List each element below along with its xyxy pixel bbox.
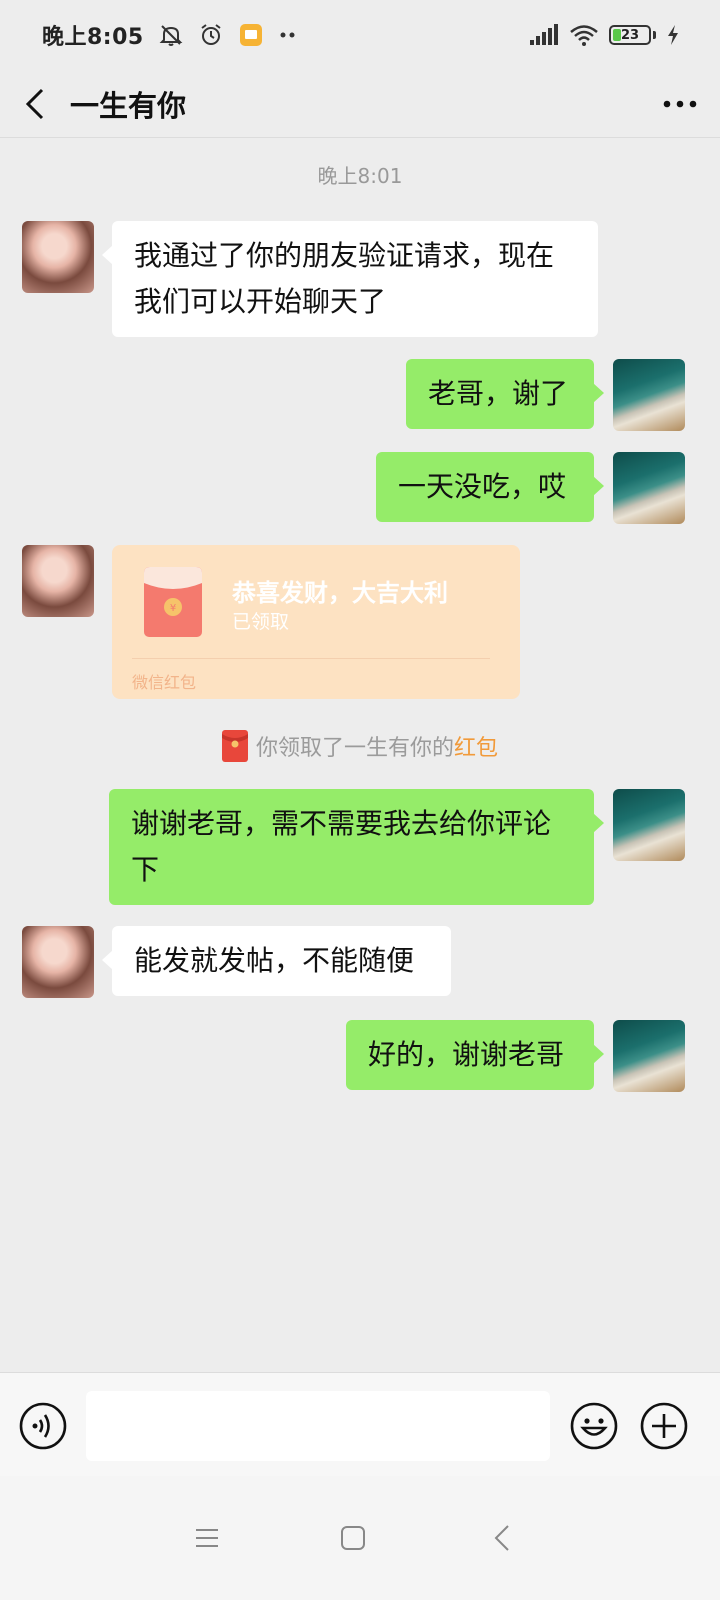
red-packet-small-icon bbox=[221, 730, 248, 762]
back-arrow-icon bbox=[25, 88, 44, 119]
self-avatar[interactable] bbox=[613, 452, 685, 524]
message-bubble-sent[interactable]: 好的，谢谢老哥 bbox=[346, 1020, 604, 1090]
chat-title: 一生有你 bbox=[70, 88, 187, 123]
chat-header: 一生有你 bbox=[0, 70, 720, 138]
red-packet-footer: 微信红包 bbox=[132, 673, 197, 692]
notification-app-icon bbox=[238, 22, 264, 48]
svg-text:¥: ¥ bbox=[170, 603, 176, 614]
charging-icon bbox=[666, 24, 680, 46]
message-bubble-received[interactable]: 我通过了你的朋友验证请求，现在 我们可以开始聊天了 bbox=[102, 221, 598, 337]
more-notifications-icon bbox=[278, 30, 298, 40]
red-packet-title: 恭喜发财，大吉大利 bbox=[232, 579, 448, 607]
input-bar bbox=[0, 1372, 720, 1476]
battery-cap bbox=[653, 31, 656, 39]
more-options-button[interactable] bbox=[640, 70, 720, 138]
system-notice-link[interactable]: 红包 bbox=[454, 730, 498, 762]
home-button[interactable] bbox=[329, 1514, 377, 1562]
recent-apps-button[interactable] bbox=[183, 1514, 231, 1562]
message-bubble-sent[interactable]: 老哥，谢了 bbox=[406, 359, 604, 429]
message-text: 我通过了你的朋友验证请求，现在 bbox=[134, 239, 555, 272]
nav-back-button[interactable] bbox=[478, 1514, 526, 1562]
battery-fill bbox=[613, 29, 621, 41]
back-button[interactable] bbox=[0, 70, 70, 138]
contact-avatar[interactable] bbox=[22, 926, 94, 998]
message-text: 能发就发帖，不能随便 bbox=[134, 944, 415, 977]
status-time: 晚上8:05 bbox=[42, 25, 144, 50]
voice-input-button[interactable] bbox=[18, 1401, 68, 1451]
battery-indicator: 23 bbox=[609, 25, 651, 45]
self-avatar[interactable] bbox=[613, 789, 685, 861]
message-text: 好的，谢谢老哥 bbox=[368, 1038, 565, 1071]
back-icon bbox=[494, 1525, 509, 1551]
voice-icon bbox=[19, 1402, 67, 1450]
red-packet-card[interactable]: ¥ 恭喜发财，大吉大利 已领取 微信红包 bbox=[112, 545, 520, 699]
plus-icon bbox=[640, 1402, 688, 1450]
emoji-button[interactable] bbox=[569, 1401, 619, 1451]
message-input[interactable] bbox=[86, 1391, 550, 1461]
system-notice-text: 你领取了一生有你的 bbox=[255, 736, 454, 761]
message-text: 一天没吃，哎 bbox=[398, 470, 567, 503]
alarm-icon bbox=[198, 22, 224, 48]
red-packet-status: 已领取 bbox=[232, 611, 290, 633]
message-bubble-sent[interactable]: 谢谢老哥，需不需要我去给你评论 下 bbox=[109, 789, 604, 905]
menu-icon bbox=[196, 1529, 218, 1547]
message-text: 下 bbox=[131, 853, 160, 886]
red-packet-icon: ¥ bbox=[144, 567, 202, 637]
wifi-icon bbox=[569, 23, 599, 47]
home-icon bbox=[341, 1526, 365, 1550]
emoji-icon bbox=[570, 1402, 618, 1450]
red-packet-divider bbox=[132, 658, 490, 659]
system-notice: 你领取了一生有你的 红包 bbox=[0, 730, 720, 762]
message-timestamp: 晚上8:01 bbox=[317, 164, 403, 188]
status-bar: 晚上8:05 23 bbox=[0, 0, 720, 70]
message-text: 老哥，谢了 bbox=[428, 377, 569, 410]
signal-icon bbox=[529, 24, 559, 46]
mute-bell-icon bbox=[158, 22, 184, 48]
self-avatar[interactable] bbox=[613, 1020, 685, 1092]
more-functions-button[interactable] bbox=[639, 1401, 689, 1451]
message-bubble-sent[interactable]: 一天没吃，哎 bbox=[376, 452, 604, 522]
self-avatar[interactable] bbox=[613, 359, 685, 431]
battery-level: 23 bbox=[620, 27, 640, 43]
contact-avatar[interactable] bbox=[22, 545, 94, 617]
contact-avatar[interactable] bbox=[22, 221, 94, 293]
more-dots-icon bbox=[663, 100, 697, 107]
system-navigation-bar bbox=[0, 1476, 720, 1600]
message-text: 谢谢老哥，需不需要我去给你评论 bbox=[131, 807, 552, 840]
message-text: 我们可以开始聊天了 bbox=[134, 285, 387, 318]
message-bubble-received[interactable]: 能发就发帖，不能随便 bbox=[102, 926, 451, 996]
